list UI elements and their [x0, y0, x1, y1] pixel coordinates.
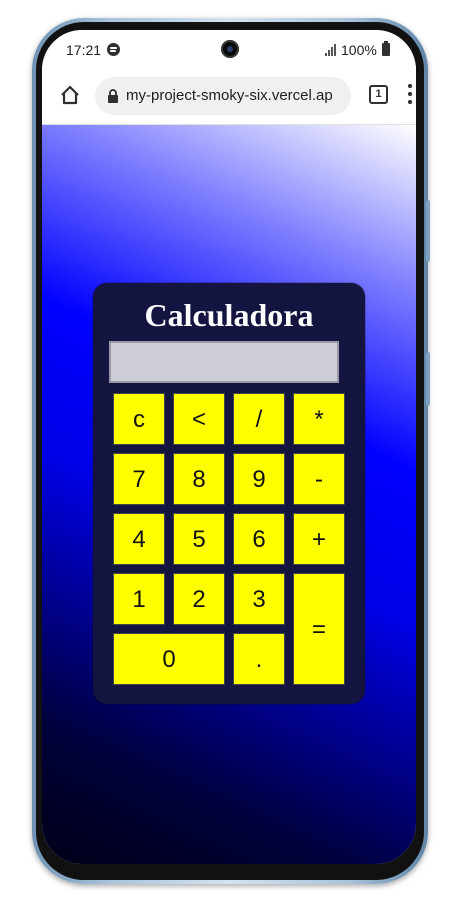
tabs-icon[interactable]: 1 [369, 85, 388, 104]
key-7[interactable]: 7 [113, 453, 165, 505]
key-equals[interactable]: = [293, 573, 345, 685]
key-1[interactable]: 1 [113, 573, 165, 625]
status-bar: 17:21 100% [42, 30, 416, 70]
home-icon[interactable] [59, 84, 81, 106]
power-button [426, 352, 430, 406]
key-divide[interactable]: / [233, 393, 285, 445]
browser-toolbar: my-project-smoky-six.vercel.ap 1 [42, 70, 416, 125]
volume-button [426, 200, 430, 262]
key-8[interactable]: 8 [173, 453, 225, 505]
phone-screen: 17:21 100% my-project-smoky-six.vercel.a… [42, 30, 416, 864]
page-content: Calculadora c < / * 7 8 9 - 4 5 6 + 1 2 … [42, 125, 416, 864]
key-5[interactable]: 5 [173, 513, 225, 565]
menu-icon[interactable] [408, 84, 414, 106]
key-3[interactable]: 3 [233, 573, 285, 625]
battery-icon [382, 41, 390, 56]
battery-percent: 100% [341, 42, 377, 58]
lock-icon [108, 89, 118, 103]
key-2[interactable]: 2 [173, 573, 225, 625]
key-multiply[interactable]: * [293, 393, 345, 445]
spotify-icon [107, 43, 120, 56]
camera-icon [221, 40, 239, 58]
address-bar[interactable]: my-project-smoky-six.vercel.ap [95, 77, 351, 115]
key-6[interactable]: 6 [233, 513, 285, 565]
calculator-display [109, 341, 339, 383]
key-decimal[interactable]: . [233, 633, 285, 685]
key-4[interactable]: 4 [113, 513, 165, 565]
key-clear[interactable]: c [113, 393, 165, 445]
calculator-title: Calculadora [144, 297, 314, 333]
calculator: Calculadora c < / * 7 8 9 - 4 5 6 + 1 2 … [93, 283, 365, 704]
status-time: 17:21 [66, 42, 102, 58]
signal-icon [325, 44, 339, 56]
key-backspace[interactable]: < [173, 393, 225, 445]
url-text: my-project-smoky-six.vercel.ap [126, 87, 333, 104]
key-9[interactable]: 9 [233, 453, 285, 505]
key-plus[interactable]: + [293, 513, 345, 565]
key-0[interactable]: 0 [113, 633, 225, 685]
key-minus[interactable]: - [293, 453, 345, 505]
